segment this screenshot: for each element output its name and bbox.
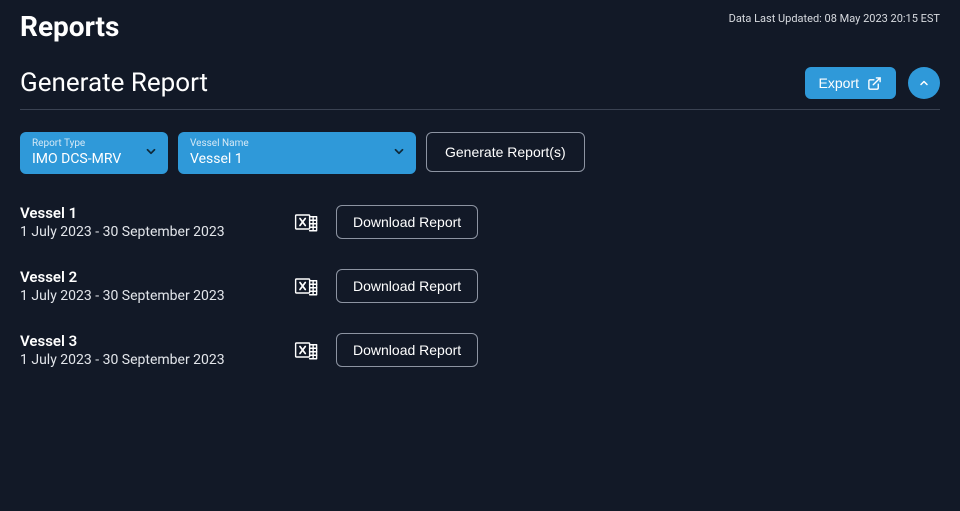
report-info: Vessel 3 1 July 2023 - 30 September 2023 [20, 332, 292, 368]
report-date-range: 1 July 2023 - 30 September 2023 [20, 224, 292, 240]
chevron-up-icon [918, 77, 930, 89]
download-report-button[interactable]: Download Report [336, 333, 478, 367]
collapse-button[interactable] [908, 67, 940, 99]
report-info: Vessel 1 1 July 2023 - 30 September 2023 [20, 204, 292, 240]
report-info: Vessel 2 1 July 2023 - 30 September 2023 [20, 268, 292, 304]
download-report-button[interactable]: Download Report [336, 205, 478, 239]
report-name: Vessel 1 [20, 204, 292, 222]
generate-report-button[interactable]: Generate Report(s) [426, 132, 585, 172]
report-type-select[interactable]: Report Type IMO DCS-MRV [20, 132, 168, 174]
report-date-range: 1 July 2023 - 30 September 2023 [20, 288, 292, 304]
report-date-range: 1 July 2023 - 30 September 2023 [20, 352, 292, 368]
last-updated-label: Data Last Updated: 08 May 2023 20:15 EST [729, 12, 940, 25]
excel-file-icon [292, 208, 322, 236]
section-title: Generate Report [20, 68, 208, 98]
excel-file-icon [292, 336, 322, 364]
export-button[interactable]: Export [805, 67, 896, 99]
vessel-name-value: Vessel 1 [190, 150, 380, 168]
excel-file-icon [292, 272, 322, 300]
chevron-down-icon [144, 144, 158, 163]
vessel-name-label: Vessel Name [190, 138, 380, 150]
page-title: Reports [20, 10, 119, 43]
report-row: Vessel 3 1 July 2023 - 30 September 2023 D… [20, 332, 940, 368]
chevron-down-icon [392, 144, 406, 163]
report-row: Vessel 1 1 July 2023 - 30 September 2023 D… [20, 204, 940, 240]
download-report-button[interactable]: Download Report [336, 269, 478, 303]
report-type-label: Report Type [32, 138, 132, 150]
vessel-name-select[interactable]: Vessel Name Vessel 1 [178, 132, 416, 174]
external-link-icon [867, 76, 882, 91]
export-button-label: Export [819, 75, 859, 91]
report-name: Vessel 3 [20, 332, 292, 350]
report-name: Vessel 2 [20, 268, 292, 286]
report-row: Vessel 2 1 July 2023 - 30 September 2023 D… [20, 268, 940, 304]
report-type-value: IMO DCS-MRV [32, 150, 132, 168]
